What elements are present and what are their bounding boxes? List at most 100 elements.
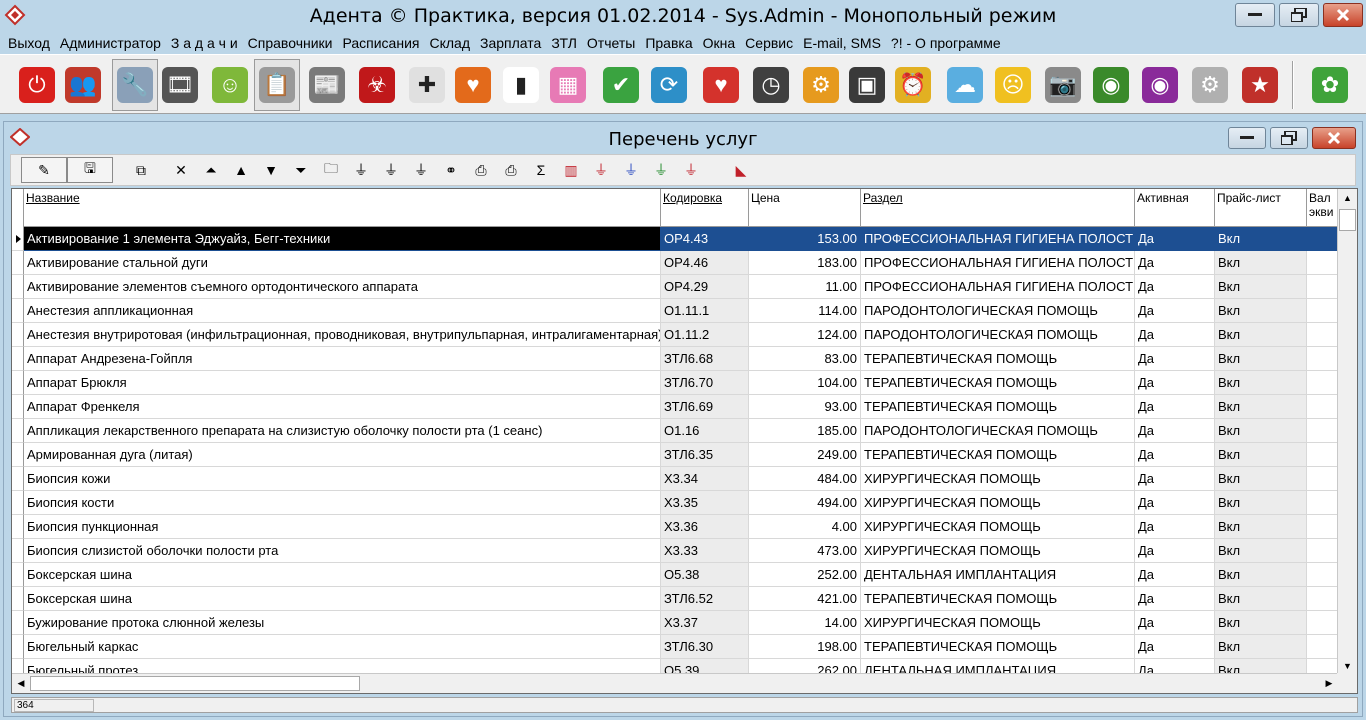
filter-button[interactable]: ⏚ — [379, 159, 403, 181]
table-cell[interactable] — [1307, 515, 1338, 539]
table-cell[interactable]: ОР4.29 — [661, 275, 749, 299]
table-cell[interactable]: Вкл — [1215, 419, 1307, 443]
table-cell[interactable]: ПАРОДОНТОЛОГИЧЕСКАЯ ПОМОЩЬ — [861, 419, 1135, 443]
table-cell[interactable]: 93.00 — [749, 395, 861, 419]
calendar-check-button[interactable]: ✔ — [598, 59, 644, 111]
table-cell[interactable]: 185.00 — [749, 419, 861, 443]
row-indicator[interactable] — [12, 467, 24, 491]
menu-item-4[interactable]: Расписания — [343, 35, 420, 51]
last-button[interactable]: ⏷ — [289, 159, 313, 181]
filter-green-button[interactable]: ⏚ — [649, 159, 673, 181]
table-cell[interactable] — [1307, 611, 1338, 635]
table-cell[interactable]: ТЕРАПЕВТИЧЕСКАЯ ПОМОЩЬ — [861, 347, 1135, 371]
table-cell[interactable]: Да — [1135, 515, 1215, 539]
copy-button[interactable]: ⧉ — [129, 159, 153, 181]
biohazard-button[interactable]: ☣ — [354, 59, 400, 111]
surprised-face-button[interactable]: ☹ — [990, 59, 1036, 111]
table-cell[interactable]: 104.00 — [749, 371, 861, 395]
table-cell[interactable]: ТЕРАПЕВТИЧЕСКАЯ ПОМОЩЬ — [861, 587, 1135, 611]
newspaper-button[interactable]: 📰 — [304, 59, 350, 111]
table-cell[interactable]: Да — [1135, 611, 1215, 635]
clipboard-add-button[interactable]: 📋 — [254, 59, 300, 111]
table-cell[interactable]: Да — [1135, 275, 1215, 299]
table-cell[interactable]: ПРОФЕССИОНАЛЬНАЯ ГИГИЕНА ПОЛОСТИ — [861, 275, 1135, 299]
table-cell[interactable]: Активирование стальной дуги — [24, 251, 661, 275]
table-cell[interactable]: Армированная дуга (литая) — [24, 443, 661, 467]
row-indicator[interactable] — [12, 635, 24, 659]
table-cell[interactable]: Вкл — [1215, 395, 1307, 419]
table-cell[interactable]: Вкл — [1215, 275, 1307, 299]
grid-pink-button[interactable]: ▦ — [545, 59, 591, 111]
column-header-6[interactable]: Вал экви — [1307, 189, 1338, 227]
table-row[interactable]: Биопсия слизистой оболочки полости рта Х3… — [12, 539, 1338, 563]
table-cell[interactable]: Вкл — [1215, 539, 1307, 563]
first-button[interactable]: ⏶ — [199, 159, 223, 181]
flower-button[interactable]: ✿ — [1307, 59, 1353, 111]
down-button[interactable]: ▼ — [259, 159, 283, 181]
table-cell[interactable]: 4.00 — [749, 515, 861, 539]
table-cell[interactable]: Вкл — [1215, 347, 1307, 371]
table-cell[interactable]: Вкл — [1215, 299, 1307, 323]
table-cell[interactable]: Вкл — [1215, 515, 1307, 539]
scroll-right-icon[interactable]: ▶ — [1320, 674, 1338, 693]
table-cell[interactable]: Да — [1135, 347, 1215, 371]
table-cell[interactable]: Х3.34 — [661, 467, 749, 491]
table-cell[interactable]: 83.00 — [749, 347, 861, 371]
menu-item-13[interactable]: ?! - О программе — [891, 35, 1001, 51]
table-cell[interactable]: Вкл — [1215, 611, 1307, 635]
table-cell[interactable]: 198.00 — [749, 635, 861, 659]
table-cell[interactable]: Да — [1135, 539, 1215, 563]
table-row[interactable]: Биопсия пункционная Х3.36 4.00 ХИРУРГИЧЕСКА… — [12, 515, 1338, 539]
table-row[interactable]: Аппарат Френкеля ЗТЛ6.69 93.00 ТЕРАПЕВТИЧЕС… — [12, 395, 1338, 419]
filter-red-button[interactable]: ⏚ — [679, 159, 703, 181]
table-cell[interactable]: 249.00 — [749, 443, 861, 467]
table-cell[interactable] — [1307, 443, 1338, 467]
barcode-small-button[interactable]: ▥ — [559, 159, 583, 181]
table-cell[interactable]: 421.00 — [749, 587, 861, 611]
row-indicator[interactable] — [12, 587, 24, 611]
minimize-button[interactable] — [1235, 3, 1275, 27]
table-row[interactable]: Боксерская шина ЗТЛ6.52 421.00 ТЕРАПЕВТИЧЕС… — [12, 587, 1338, 611]
filter-b-button[interactable]: ⏚ — [619, 159, 643, 181]
binoculars-button[interactable]: ⚭ — [439, 159, 463, 181]
table-cell[interactable]: Да — [1135, 251, 1215, 275]
table-cell[interactable]: Биопсия кожи — [24, 467, 661, 491]
calendar-gear-button[interactable]: ⚙ — [798, 59, 844, 111]
table-cell[interactable]: Да — [1135, 467, 1215, 491]
table-cell[interactable]: ХИРУРГИЧЕСКАЯ ПОМОЩЬ — [861, 611, 1135, 635]
row-indicator[interactable] — [12, 275, 24, 299]
up-button[interactable]: ▲ — [229, 159, 253, 181]
row-indicator[interactable] — [12, 371, 24, 395]
row-indicator[interactable] — [12, 539, 24, 563]
scroll-up-icon[interactable]: ▲ — [1338, 189, 1357, 207]
table-cell[interactable]: 124.00 — [749, 323, 861, 347]
table-cell[interactable]: Да — [1135, 371, 1215, 395]
table-cell[interactable]: Вкл — [1215, 491, 1307, 515]
table-cell[interactable]: Вкл — [1215, 371, 1307, 395]
row-indicator[interactable] — [12, 323, 24, 347]
table-row[interactable]: Активирование стальной дуги ОР4.46 183.00 П… — [12, 251, 1338, 275]
table-cell[interactable]: ЗТЛ6.52 — [661, 587, 749, 611]
table-cell[interactable]: Вкл — [1215, 635, 1307, 659]
table-cell[interactable] — [1307, 323, 1338, 347]
monitor-button[interactable]: ▣ — [844, 59, 890, 111]
table-cell[interactable]: ЗТЛ6.30 — [661, 635, 749, 659]
menu-item-6[interactable]: Зарплата — [480, 35, 541, 51]
table-row[interactable]: Аппарат Андрезена-Гойпля ЗТЛ6.68 83.00 ТЕРА… — [12, 347, 1338, 371]
table-cell[interactable]: Да — [1135, 227, 1215, 251]
menu-item-1[interactable]: Администратор — [60, 35, 161, 51]
table-cell[interactable]: Х3.36 — [661, 515, 749, 539]
table-cell[interactable] — [1307, 635, 1338, 659]
table-cell[interactable]: Вкл — [1215, 443, 1307, 467]
table-row[interactable]: Боксерская шина О5.38 252.00 ДЕНТАЛЬНАЯ ИМП… — [12, 563, 1338, 587]
table-cell[interactable] — [1307, 299, 1338, 323]
menu-item-2[interactable]: З а д а ч и — [171, 35, 238, 51]
menu-item-3[interactable]: Справочники — [248, 35, 333, 51]
table-cell[interactable]: 114.00 — [749, 299, 861, 323]
menu-item-0[interactable]: Выход — [8, 35, 50, 51]
table-row[interactable]: Биопсия кости Х3.35 494.00 ХИРУРГИЧЕСКАЯ ПО… — [12, 491, 1338, 515]
table-row[interactable]: Бюгельный каркас ЗТЛ6.30 198.00 ТЕРАПЕВТИЧЕ… — [12, 635, 1338, 659]
column-header-2[interactable]: Цена — [749, 189, 861, 227]
column-header-5[interactable]: Прайс-лист — [1215, 189, 1307, 227]
delete-button[interactable]: ✕ — [169, 159, 193, 181]
